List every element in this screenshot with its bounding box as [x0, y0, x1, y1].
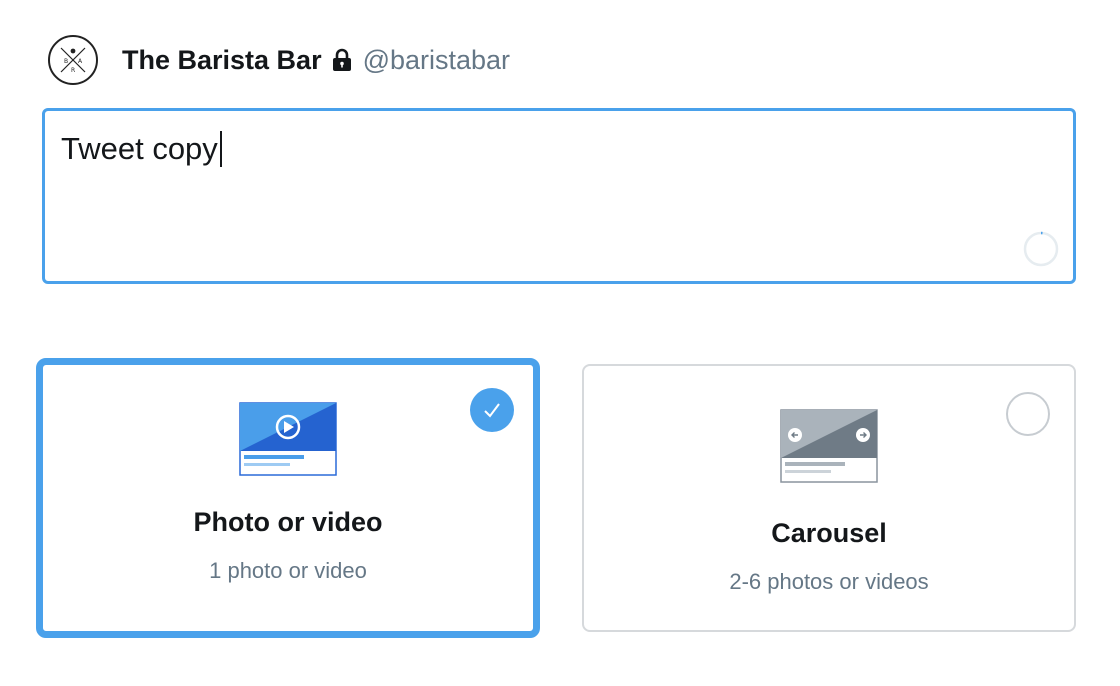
tweet-text-field[interactable]: Tweet copy [61, 131, 222, 167]
media-option-title: Photo or video [193, 507, 383, 537]
media-option-title: Carousel [771, 518, 887, 548]
tweet-composer[interactable]: Tweet copy [42, 108, 1076, 284]
account-handle: @baristabar [362, 44, 511, 75]
avatar: B A R [48, 35, 98, 85]
avatar-letter-r: R [71, 67, 75, 74]
text-caret [219, 131, 222, 167]
avatar-letter-b: B [64, 58, 68, 65]
tweet-text: Tweet copy [61, 131, 218, 166]
media-option-subtitle: 1 photo or video [209, 558, 367, 583]
media-option-subtitle: 2-6 photos or videos [729, 569, 929, 594]
video-card-illustration [239, 402, 337, 476]
selected-check-badge [470, 388, 514, 432]
unselected-radio[interactable] [1006, 392, 1050, 436]
check-icon [484, 403, 500, 418]
avatar-letter-a: A [78, 58, 83, 65]
lock-icon [331, 48, 353, 72]
media-option-carousel[interactable]: Carousel 2-6 photos or videos [582, 364, 1076, 632]
avatar-logo-icon: B A R [60, 47, 86, 74]
carousel-card-illustration [780, 409, 878, 483]
character-counter-icon [1023, 231, 1059, 267]
account-name: The Barista Bar [122, 44, 322, 75]
account-header: B A R The Barista Bar @baristabar [48, 34, 510, 86]
page: B A R The Barista Bar @baristabar Tweet … [0, 0, 1120, 686]
media-option-photo-or-video[interactable]: Photo or video 1 photo or video [36, 358, 540, 638]
